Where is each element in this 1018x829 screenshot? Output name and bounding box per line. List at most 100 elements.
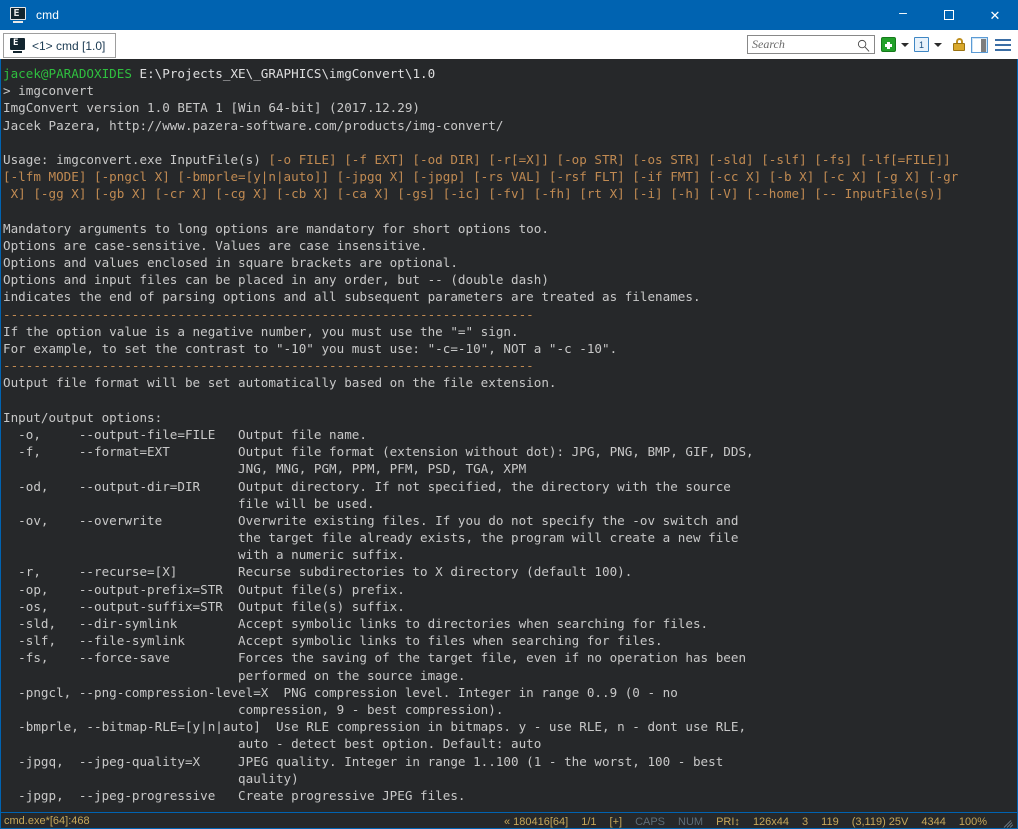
console-line: -op, --output-prefix=STR Output file(s) … bbox=[3, 581, 1017, 598]
console-line: ImgConvert version 1.0 BETA 1 [Win 64-bi… bbox=[3, 99, 1017, 116]
console-viewport[interactable]: jacek@PARADOXIDES E:\Projects_XE\_GRAPHI… bbox=[0, 59, 1018, 812]
chevron-down-icon-new[interactable] bbox=[901, 43, 909, 47]
window-title: cmd bbox=[36, 8, 59, 22]
maximize-button[interactable] bbox=[926, 0, 972, 30]
search-box[interactable] bbox=[747, 35, 875, 54]
console-text: -r, --recurse=[X] Recurse subdirectories… bbox=[3, 564, 632, 579]
console-line: Jacek Pazera, http://www.pazera-software… bbox=[3, 117, 1017, 134]
console-text: ----------------------------------------… bbox=[3, 358, 534, 373]
console-line: Mandatory arguments to long options are … bbox=[3, 220, 1017, 237]
console-line: -f, --format=EXT Output file format (ext… bbox=[3, 443, 1017, 460]
console-text: jacek@PARADOXIDES bbox=[3, 66, 132, 81]
status-memory[interactable]: 4344 bbox=[921, 816, 945, 828]
console-text: Options and input files can be placed in… bbox=[3, 272, 549, 287]
status-num-lock[interactable]: NUM bbox=[678, 816, 703, 828]
console-text: indicates the end of parsing options and… bbox=[3, 289, 701, 304]
console-text: [-lfm MODE] [-pngcl X] [-bmprle=[y|n|aut… bbox=[3, 169, 958, 184]
console-line: -bmprle, --bitmap-RLE=[y|n|auto] Use RLE… bbox=[3, 718, 1017, 735]
console-line: Options and values enclosed in square br… bbox=[3, 254, 1017, 271]
status-buffer-height[interactable]: 119 bbox=[821, 816, 839, 828]
console-line: -jpgp, --jpeg-progressive Create progres… bbox=[3, 787, 1017, 804]
console-line: file will be used. bbox=[3, 495, 1017, 512]
console-text: E:\Projects_XE\_GRAPHICS\imgConvert\1.0 bbox=[132, 66, 435, 81]
console-text: with a numeric suffix. bbox=[3, 547, 405, 562]
console-text: If the option value is a negative number… bbox=[3, 324, 519, 339]
console-text: -od, --output-dir=DIR Output directory. … bbox=[3, 479, 731, 494]
console-line: -pngcl, --png-compression-level=X PNG co… bbox=[3, 684, 1017, 701]
console-text: For example, to set the contrast to "-10… bbox=[3, 341, 617, 356]
console-line: Options are case-sensitive. Values are c… bbox=[3, 237, 1017, 254]
console-line: with a numeric suffix. bbox=[3, 546, 1017, 563]
status-plus[interactable]: [+] bbox=[610, 816, 623, 828]
status-bar: cmd.exe*[64]:468 « 180416[64]1/1[+]CAPSN… bbox=[0, 812, 1018, 829]
console-line: -od, --output-dir=DIR Output directory. … bbox=[3, 478, 1017, 495]
console-text: Jacek Pazera, http://www.pazera-software… bbox=[3, 118, 503, 133]
console-output: jacek@PARADOXIDES E:\Projects_XE\_GRAPHI… bbox=[1, 59, 1017, 804]
search-icon bbox=[857, 39, 870, 52]
console-line: indicates the end of parsing options and… bbox=[3, 288, 1017, 305]
console-text: -pngcl, --png-compression-level=X PNG co… bbox=[3, 685, 678, 700]
close-button[interactable]: ✕ bbox=[972, 0, 1018, 30]
tab-bar: <1> cmd [1.0] 1 bbox=[0, 30, 1018, 59]
tab-cmd[interactable]: <1> cmd [1.0] bbox=[3, 33, 116, 58]
console-text: Mandatory arguments to long options are … bbox=[3, 221, 549, 236]
console-text: -fs, --force-save Forces the saving of t… bbox=[3, 650, 746, 665]
console-line bbox=[3, 134, 1017, 151]
search-input[interactable] bbox=[752, 36, 856, 53]
status-build[interactable]: « 180416[64] bbox=[504, 816, 568, 828]
console-line: ----------------------------------------… bbox=[3, 306, 1017, 323]
window-controls: – ✕ bbox=[880, 0, 1018, 30]
status-caps-lock[interactable]: CAPS bbox=[635, 816, 665, 828]
console-text: -slf, --file-symlink Accept symbolic lin… bbox=[3, 633, 663, 648]
console-tab-icon bbox=[10, 38, 25, 53]
title-bar: cmd – ✕ bbox=[0, 0, 1018, 30]
console-line: JNG, MNG, PGM, PPM, PFM, PSD, TGA, XPM bbox=[3, 460, 1017, 477]
hamburger-menu-icon[interactable] bbox=[995, 39, 1011, 51]
console-line: performed on the source image. bbox=[3, 667, 1017, 684]
tab-label: <1> cmd [1.0] bbox=[32, 39, 105, 53]
status-page[interactable]: 1/1 bbox=[581, 816, 596, 828]
console-line: qaulity) bbox=[3, 770, 1017, 787]
console-line: jacek@PARADOXIDES E:\Projects_XE\_GRAPHI… bbox=[3, 65, 1017, 82]
console-text: X] [-gg X] [-gb X] [-cr X] [-cg X] [-cb … bbox=[3, 186, 943, 201]
console-line: the target file already exists, the prog… bbox=[3, 529, 1017, 546]
console-text: Input/output options: bbox=[3, 410, 162, 425]
status-cursor-position[interactable]: (3,119) 25V bbox=[852, 816, 909, 828]
console-text: qaulity) bbox=[3, 771, 299, 786]
console-text: -jpgp, --jpeg-progressive Create progres… bbox=[3, 788, 466, 803]
console-text: file will be used. bbox=[3, 496, 375, 511]
status-priority[interactable]: PRI↕ bbox=[716, 816, 740, 828]
console-line: -o, --output-file=FILE Output file name. bbox=[3, 426, 1017, 443]
console-line: Input/output options: bbox=[3, 409, 1017, 426]
console-line: X] [-gg X] [-gb X] [-cr X] [-cg X] [-cb … bbox=[3, 185, 1017, 202]
status-console-size[interactable]: 126x44 bbox=[753, 816, 789, 828]
panel-split-icon[interactable] bbox=[971, 37, 988, 53]
console-line: compression, 9 - best compression). bbox=[3, 701, 1017, 718]
console-line: -os, --output-suffix=STR Output file(s) … bbox=[3, 598, 1017, 615]
console-text: the target file already exists, the prog… bbox=[3, 530, 738, 545]
status-zoom[interactable]: 100% bbox=[959, 816, 987, 828]
console-text: ----------------------------------------… bbox=[3, 307, 534, 322]
new-console-button[interactable] bbox=[881, 35, 896, 55]
console-text: Options and values enclosed in square br… bbox=[3, 255, 458, 270]
console-line: [-lfm MODE] [-pngcl X] [-bmprle=[y|n|aut… bbox=[3, 168, 1017, 185]
console-text: JNG, MNG, PGM, PPM, PFM, PSD, TGA, XPM bbox=[3, 461, 526, 476]
console-line: -ov, --overwrite Overwrite existing file… bbox=[3, 512, 1017, 529]
tab-bar-tools: 1 bbox=[747, 30, 1014, 59]
console-text: Options are case-sensitive. Values are c… bbox=[3, 238, 428, 253]
active-console-button[interactable]: 1 bbox=[914, 35, 929, 55]
console-text: ImgConvert version 1.0 BETA 1 [Win 64-bi… bbox=[3, 100, 420, 115]
console-number-icon: 1 bbox=[914, 37, 929, 52]
lock-icon[interactable] bbox=[952, 37, 966, 52]
console-text: -sld, --dir-symlink Accept symbolic link… bbox=[3, 616, 708, 631]
status-scroll[interactable]: 3 bbox=[802, 816, 808, 828]
console-text: auto - detect best option. Default: auto bbox=[3, 736, 541, 751]
console-line: Output file format will be set automatic… bbox=[3, 374, 1017, 391]
console-text: Usage: imgconvert.exe InputFile(s) bbox=[3, 152, 268, 167]
conemu-window: cmd – ✕ <1> cmd [1.0] bbox=[0, 0, 1018, 829]
console-text: -ov, --overwrite Overwrite existing file… bbox=[3, 513, 738, 528]
console-line: ----------------------------------------… bbox=[3, 357, 1017, 374]
chevron-down-icon-active[interactable] bbox=[934, 43, 942, 47]
minimize-button[interactable]: – bbox=[880, 0, 926, 30]
resize-grip-icon[interactable] bbox=[1002, 815, 1016, 829]
